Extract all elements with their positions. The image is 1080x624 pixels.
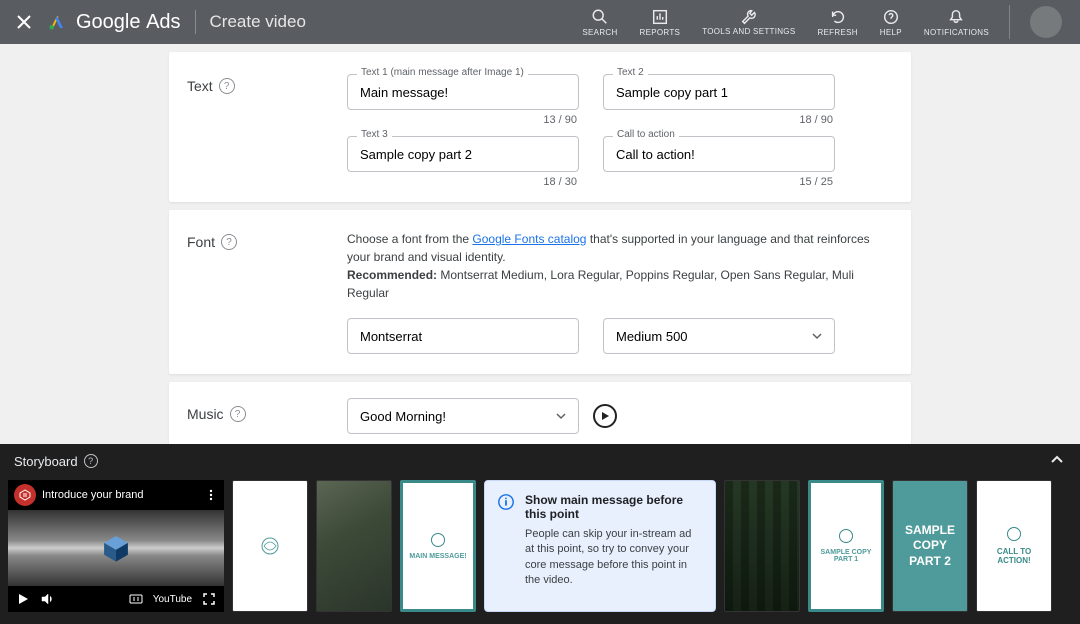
placeholder-icon	[259, 535, 281, 557]
brand-logo: Google Ads	[48, 11, 181, 34]
music-play-button[interactable]	[593, 404, 617, 428]
font-section-label: Font	[187, 234, 215, 250]
music-select[interactable]: Good Morning!	[347, 398, 579, 434]
header-nav: SEARCH REPORTS TOOLS AND SETTINGS REFRES…	[582, 8, 989, 37]
help-icon[interactable]: ?	[219, 78, 235, 94]
storyboard-frame-sample1[interactable]: SAMPLE COPY PART 1	[808, 480, 884, 612]
font-card: Font ? Choose a font from the Google Fon…	[169, 210, 911, 374]
text2-input[interactable]	[603, 74, 835, 110]
storyboard-panel: Storyboard ? Introduce your brand	[0, 444, 1080, 624]
app-header: Google Ads Create video SEARCH REPORTS T…	[0, 0, 1080, 44]
avatar[interactable]	[1030, 6, 1062, 38]
nav-reports[interactable]: REPORTS	[640, 8, 681, 37]
help-icon[interactable]: ?	[230, 406, 246, 422]
volume-icon[interactable]	[40, 592, 54, 606]
yt-badge-icon	[14, 484, 36, 506]
video-title: Introduce your brand	[42, 489, 144, 501]
font-description: Choose a font from the Google Fonts cata…	[347, 230, 891, 302]
wrench-icon	[740, 8, 758, 26]
more-icon[interactable]	[204, 488, 218, 502]
help-icon[interactable]: ?	[221, 234, 237, 250]
chevron-up-icon	[1048, 451, 1066, 469]
nav-refresh[interactable]: REFRESH	[817, 8, 857, 37]
storyboard-frames: Introduce your brand YouTube	[0, 478, 1080, 624]
nav-tools[interactable]: TOOLS AND SETTINGS	[702, 8, 795, 37]
text1-counter: 13 / 90	[347, 114, 577, 126]
storyboard-collapse-button[interactable]	[1048, 451, 1066, 472]
video-preview[interactable]: Introduce your brand YouTube	[8, 480, 224, 612]
bell-icon	[947, 8, 965, 26]
main-form: Text ? Text 1 (main message after Image …	[0, 52, 1080, 505]
text1-input[interactable]	[347, 74, 579, 110]
music-section-label: Music	[187, 406, 224, 422]
text1-field: Text 1 (main message after Image 1)	[347, 74, 579, 110]
music-card: Music ? Good Morning!	[169, 382, 911, 450]
text3-counter: 18 / 30	[347, 176, 577, 188]
chevron-down-icon	[556, 411, 566, 421]
storyboard-header: Storyboard ?	[0, 444, 1080, 478]
separator	[1009, 5, 1010, 39]
storyboard-frame-sample2[interactable]: SAMPLE COPY PART 2	[892, 480, 968, 612]
ads-logo-icon	[48, 13, 66, 31]
info-title: Show main message before this point	[525, 493, 703, 521]
captions-icon[interactable]	[129, 592, 143, 606]
storyboard-label: Storyboard	[14, 454, 78, 469]
font-weight-select[interactable]: Medium 500	[603, 318, 835, 354]
brand-text: Google Ads	[76, 11, 181, 34]
youtube-watermark[interactable]: YouTube	[153, 594, 192, 605]
help-icon[interactable]: ?	[84, 454, 98, 468]
placeholder-icon	[839, 529, 853, 543]
text3-input[interactable]	[347, 136, 579, 172]
cube-icon	[99, 531, 133, 565]
close-icon	[16, 14, 32, 30]
google-fonts-link[interactable]: Google Fonts catalog	[472, 232, 586, 246]
close-button[interactable]	[10, 8, 38, 36]
nav-notifications[interactable]: NOTIFICATIONS	[924, 8, 989, 37]
text2-counter: 18 / 90	[603, 114, 833, 126]
fullscreen-icon[interactable]	[202, 592, 216, 606]
placeholder-icon	[431, 533, 445, 547]
nav-search[interactable]: SEARCH	[582, 8, 617, 37]
search-icon	[591, 8, 609, 26]
storyboard-frame-image1[interactable]	[316, 480, 392, 612]
reports-icon	[651, 8, 669, 26]
play-icon	[600, 411, 610, 421]
text-card: Text ? Text 1 (main message after Image …	[169, 52, 911, 202]
cta-input[interactable]	[603, 136, 835, 172]
font-family-input[interactable]	[347, 318, 579, 354]
refresh-icon	[829, 8, 847, 26]
storyboard-frame-cta[interactable]: CALL TO ACTION!	[976, 480, 1052, 612]
storyboard-frame-image2[interactable]	[724, 480, 800, 612]
info-body: People can skip your in-stream ad at thi…	[525, 527, 703, 589]
storyboard-frame-main-message[interactable]: MAIN MESSAGE!	[400, 480, 476, 612]
chevron-down-icon	[812, 331, 822, 341]
page-title: Create video	[210, 12, 306, 32]
cta-counter: 15 / 25	[603, 176, 833, 188]
text3-field: Text 3	[347, 136, 579, 172]
nav-help[interactable]: HELP	[880, 8, 902, 37]
help-icon	[882, 8, 900, 26]
storyboard-info-card: Show main message before this point Peop…	[484, 480, 716, 612]
storyboard-frame-logo[interactable]	[232, 480, 308, 612]
cta-field: Call to action	[603, 136, 835, 172]
play-icon[interactable]	[16, 592, 30, 606]
placeholder-icon	[1007, 527, 1021, 541]
text2-field: Text 2	[603, 74, 835, 110]
separator	[195, 10, 196, 34]
info-icon	[497, 493, 515, 511]
text-section-label: Text	[187, 78, 213, 94]
